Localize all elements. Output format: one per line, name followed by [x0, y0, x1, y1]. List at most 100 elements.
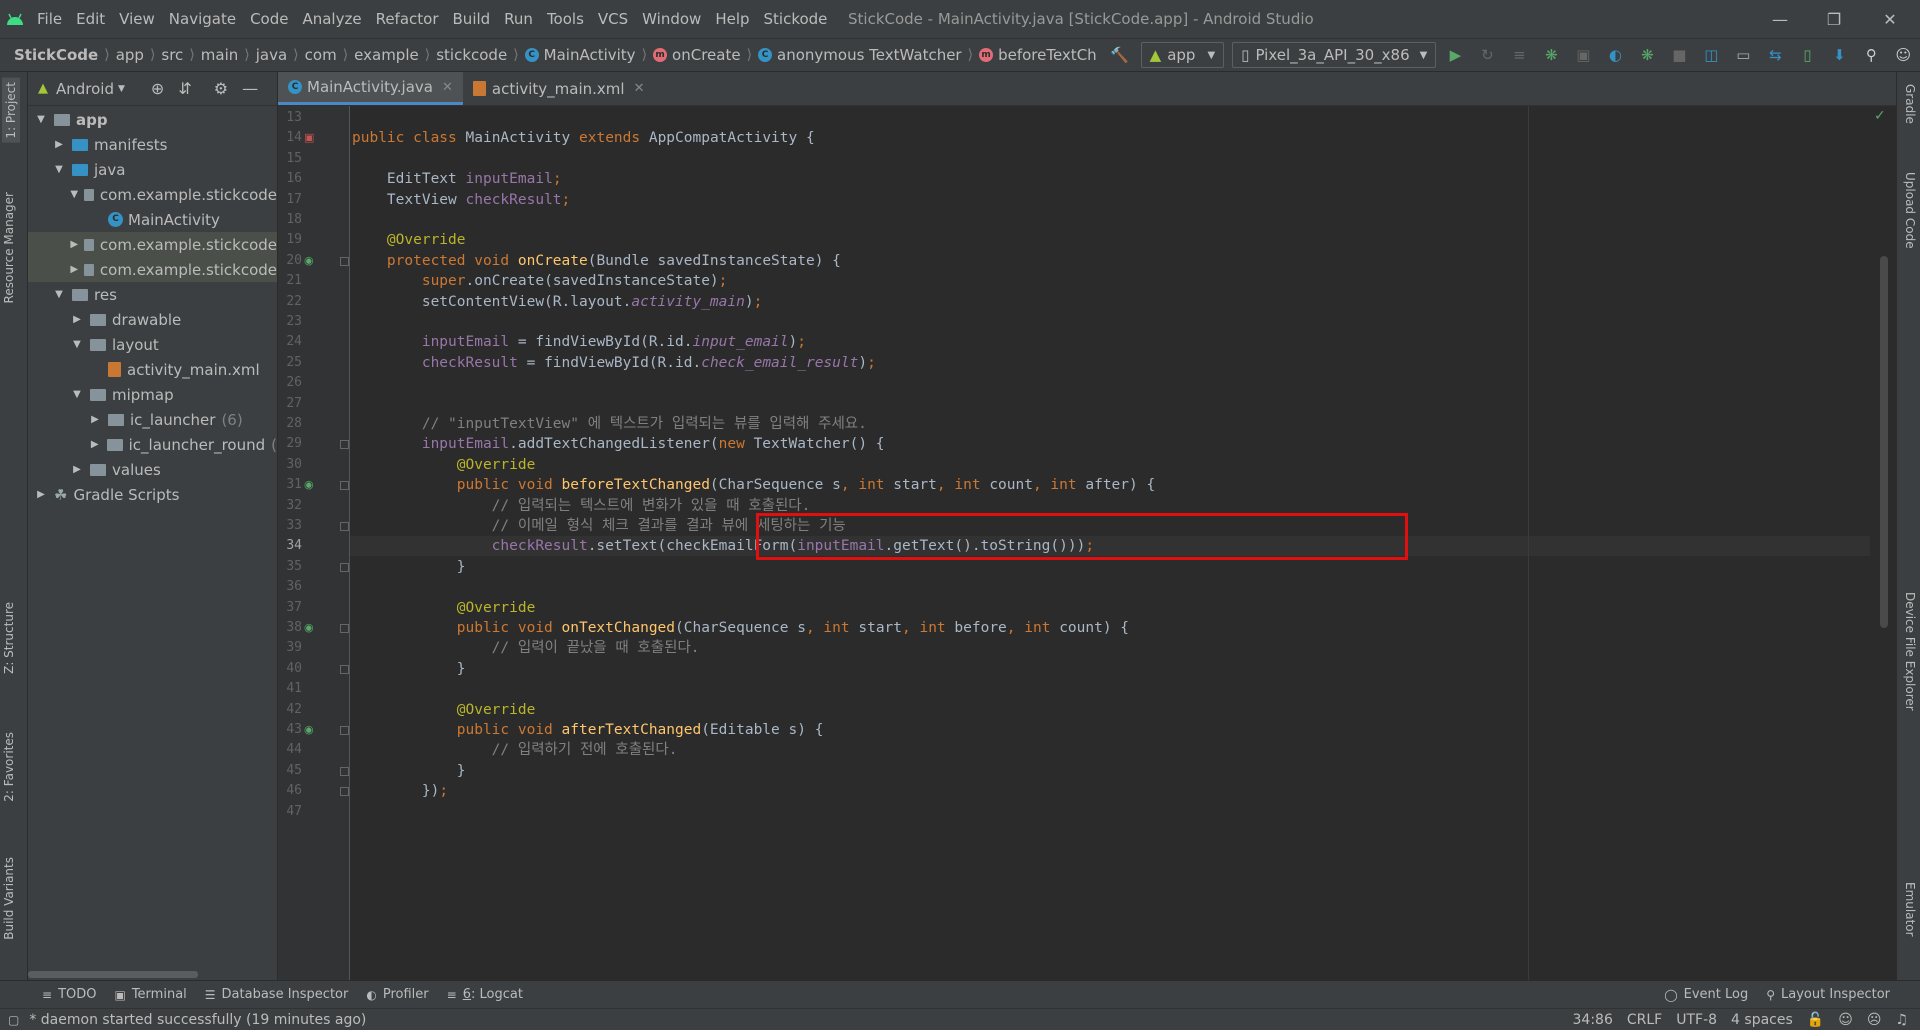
editor-tab[interactable]: activity_main.xml ✕ [463, 72, 655, 105]
menu-item-help[interactable]: Help [708, 0, 756, 38]
code-line[interactable]: EditText inputEmail; [352, 169, 562, 189]
tree-item[interactable]: ▼ app [28, 107, 277, 132]
tool-tab-resource-manager[interactable]: Resource Manager [2, 192, 16, 303]
fold-icon[interactable] [340, 563, 349, 572]
run-coverage-icon[interactable]: ▣ [1570, 42, 1596, 68]
tree-item[interactable]: ▶ ☘ Gradle Scripts [28, 482, 277, 507]
apply-code-changes-icon[interactable]: ≡ [1506, 42, 1532, 68]
code-line[interactable]: }); [352, 781, 448, 801]
code-line[interactable]: // 입력되는 텍스트에 변화가 있을 때 호출된다. [352, 496, 811, 516]
tool-tab-profiler[interactable]: ◐ Profiler [366, 987, 428, 1002]
code-line[interactable]: @Override [352, 230, 466, 250]
tool-tab-device-file-explorer[interactable]: Device File Explorer [1903, 592, 1917, 711]
tree-item[interactable]: activity_main.xml [28, 357, 277, 382]
menu-item-navigate[interactable]: Navigate [162, 0, 243, 38]
code-editor[interactable]: 13 14 ▣ 15 16 17 18 19 20 ◉ 21 22 23 24 25 26 27 28 29 30 31… [278, 106, 1896, 980]
implement-marker-icon[interactable]: ◉ [304, 478, 314, 491]
sdk-manager-icon[interactable]: ⬇ [1826, 42, 1852, 68]
code-line[interactable]: public void onTextChanged(CharSequence s… [352, 618, 1129, 638]
profile-icon[interactable]: ◐ [1602, 42, 1628, 68]
code-line[interactable]: public class MainActivity extends AppCom… [352, 128, 815, 148]
override-marker-icon[interactable]: ◉ [304, 254, 314, 267]
expand-right-icon[interactable]: ▶ [70, 314, 84, 325]
breadcrumb-item[interactable]: src [157, 46, 187, 64]
override-marker-icon[interactable]: ▣ [304, 131, 314, 144]
smiley-icon[interactable]: ☺ [1838, 1012, 1853, 1028]
breadcrumb-item[interactable]: m onCreate [649, 46, 745, 64]
minimize-button[interactable]: — [1752, 0, 1808, 38]
code-line[interactable]: setContentView(R.layout.activity_main); [352, 292, 763, 312]
expand-right-icon[interactable]: ▶ [70, 239, 78, 250]
caret-position[interactable]: 34:86 [1573, 1012, 1613, 1028]
expand-down-icon[interactable]: ▼ [52, 289, 66, 300]
menu-item-build[interactable]: Build [446, 0, 498, 38]
implement-marker-icon[interactable]: ◉ [304, 723, 314, 736]
fold-icon[interactable] [340, 624, 349, 633]
code-line[interactable]: } [352, 557, 466, 577]
tool-tab-favorites[interactable]: 2: Favorites [2, 732, 16, 802]
tool-tab-project[interactable]: 1: Project [2, 78, 20, 143]
code-line[interactable]: } [352, 659, 466, 679]
code-line[interactable]: inputEmail.addTextChangedListener(new Te… [352, 434, 885, 454]
tool-tab-gradle[interactable]: Gradle [1903, 84, 1917, 124]
menu-item-analyze[interactable]: Analyze [295, 0, 368, 38]
sync-gradle-icon[interactable]: ⇆ [1762, 42, 1788, 68]
scope-target-icon[interactable]: ⊕ [151, 79, 164, 98]
expand-right-icon[interactable]: ▶ [88, 414, 102, 425]
collapse-all-icon[interactable]: ⇵ [178, 79, 191, 98]
expand-down-icon[interactable]: ▼ [70, 189, 78, 200]
breadcrumb-item[interactable]: C MainActivity [521, 46, 640, 64]
tool-tab-structure[interactable]: Z: Structure [2, 602, 16, 674]
code-line[interactable]: // "inputTextView" 에 텍스트가 입력되는 뷰를 입력해 주세… [352, 414, 867, 434]
tree-item[interactable]: ▼ layout [28, 332, 277, 357]
breadcrumb-item[interactable]: example [350, 46, 423, 64]
tree-item[interactable]: ▶ values [28, 457, 277, 482]
tree-item[interactable]: ▼ mipmap [28, 382, 277, 407]
menu-item-view[interactable]: View [112, 0, 162, 38]
tree-item[interactable]: ▶ com.example.stickcode [28, 232, 277, 257]
restore-button[interactable]: ❐ [1806, 0, 1862, 38]
lock-icon[interactable]: 🔓 [1807, 1012, 1824, 1028]
run-config-select[interactable]: ▲ app ▼ [1140, 42, 1225, 68]
status-message[interactable]: * daemon started successfully (19 minute… [29, 1012, 366, 1028]
close-window-button[interactable]: ✕ [1862, 0, 1918, 38]
tree-item[interactable]: ▶ ic_launcher_round ( [28, 432, 277, 457]
tool-tab-logcat[interactable]: ≡ 6: Logcat [447, 987, 523, 1002]
frown-icon[interactable]: ☹ [1867, 1012, 1882, 1028]
code-line[interactable]: inputEmail = findViewById(R.id.input_ema… [352, 332, 806, 352]
fold-icon[interactable] [340, 787, 349, 796]
menu-item-window[interactable]: Window [635, 0, 708, 38]
menu-item-edit[interactable]: Edit [69, 0, 112, 38]
line-separator[interactable]: CRLF [1627, 1012, 1662, 1028]
expand-down-icon[interactable]: ▼ [34, 114, 48, 125]
tool-tab-todo[interactable]: ≡ TODO [42, 987, 96, 1002]
breadcrumb-item[interactable]: StickCode [10, 46, 102, 64]
code-line[interactable]: // 입력이 끝났을 때 호출된다. [352, 638, 700, 658]
tree-item[interactable]: ▶ manifests [28, 132, 277, 157]
breadcrumb-item[interactable]: main [197, 46, 242, 64]
close-tab-icon[interactable]: ✕ [634, 81, 645, 96]
code-line[interactable]: @Override [352, 700, 536, 720]
vertical-scrollbar[interactable] [1880, 256, 1888, 628]
fold-icon[interactable] [340, 440, 349, 449]
build-hammer-icon[interactable]: 🔨 [1107, 42, 1133, 68]
minimize-panel-icon[interactable]: — [242, 79, 258, 98]
gear-icon[interactable]: ⚙ [214, 79, 228, 98]
attach-debugger-icon[interactable]: ❋ [1634, 42, 1660, 68]
avd-manager-icon[interactable]: ▭ [1730, 42, 1756, 68]
code-line[interactable]: @Override [352, 598, 536, 618]
tool-tab-layout-inspector[interactable]: ⚲ Layout Inspector [1766, 987, 1890, 1002]
close-tab-icon[interactable]: ✕ [442, 80, 453, 95]
menu-item-code[interactable]: Code [243, 0, 295, 38]
breadcrumb-item[interactable]: Canonymous TextWatcher [754, 46, 966, 64]
expand-down-icon[interactable]: ▼ [70, 389, 84, 400]
editor-tab[interactable]: C MainActivity.java ✕ [278, 72, 463, 105]
menu-item-vcs[interactable]: VCS [591, 0, 635, 38]
search-icon[interactable]: ⚲ [1858, 42, 1884, 68]
code-line[interactable]: super.onCreate(savedInstanceState); [352, 271, 728, 291]
code-line[interactable]: public void beforeTextChanged(CharSequen… [352, 475, 1155, 495]
debug-icon[interactable]: ❋ [1538, 42, 1564, 68]
tree-item[interactable]: ▶ drawable [28, 307, 277, 332]
indent-setting[interactable]: 4 spaces [1731, 1012, 1793, 1028]
code-line[interactable]: checkResult = findViewById(R.id.check_em… [352, 353, 876, 373]
